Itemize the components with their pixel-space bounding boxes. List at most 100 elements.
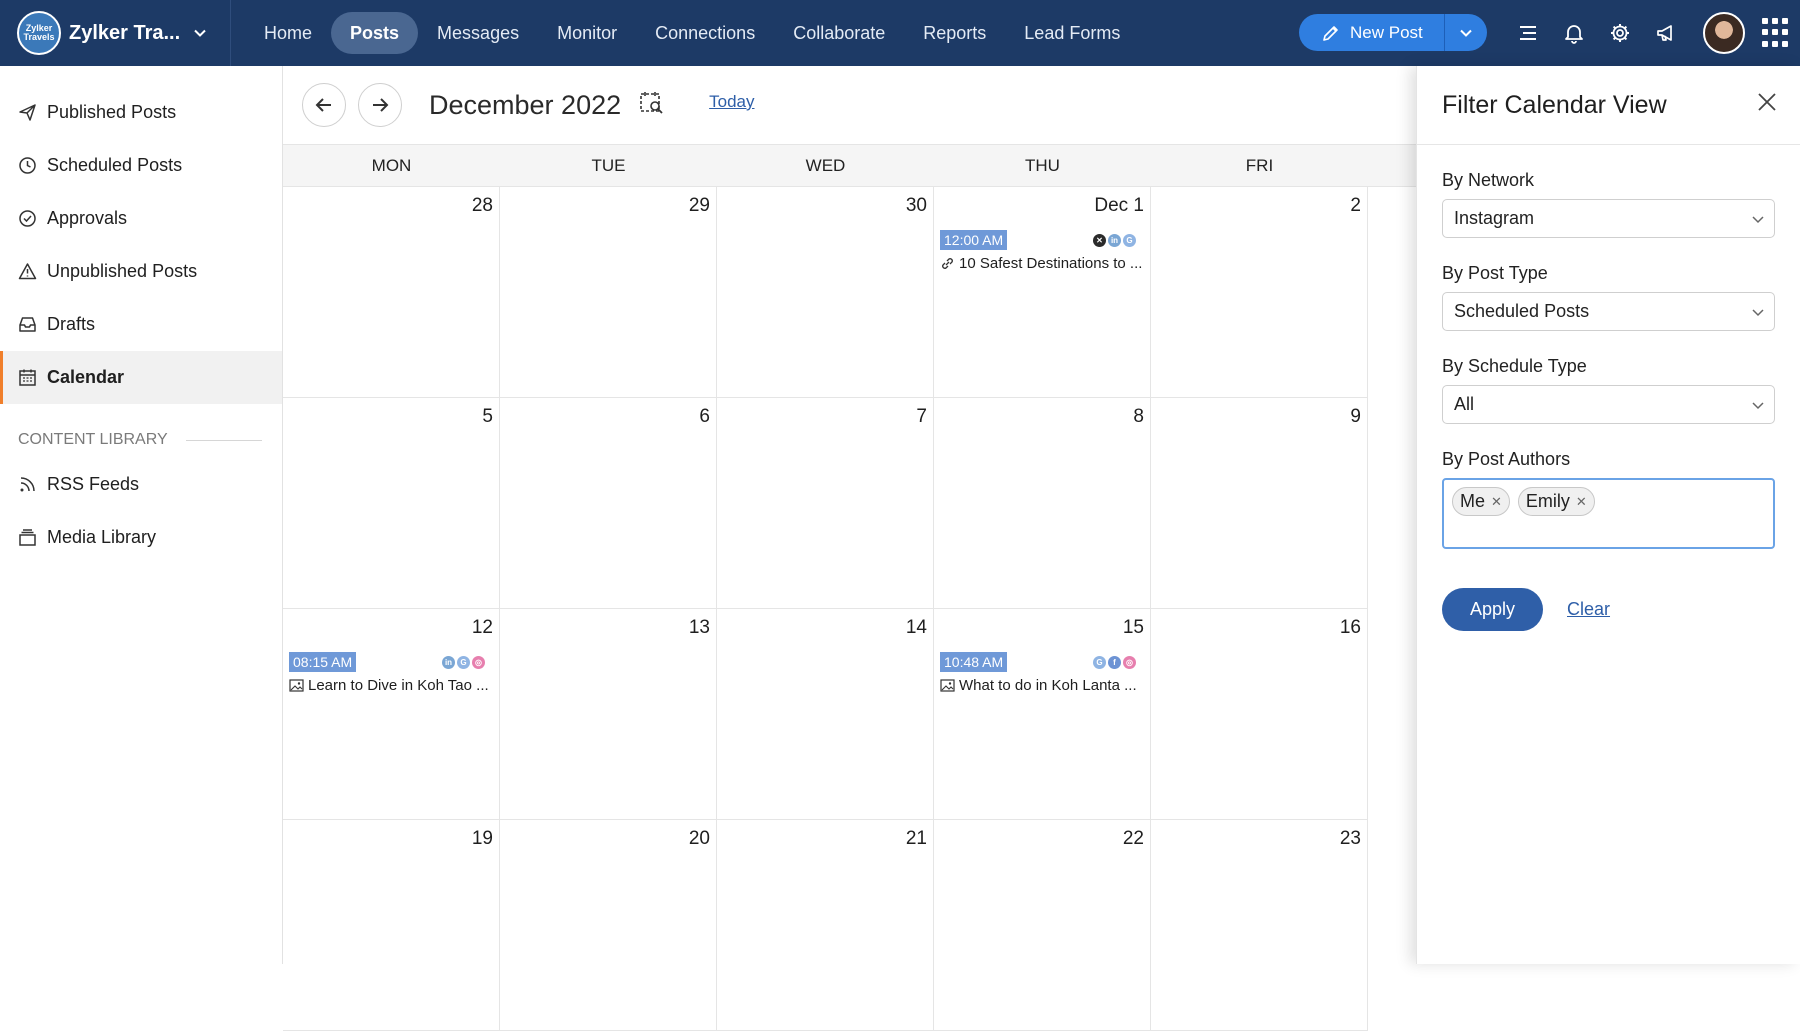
authors-input[interactable]: Me ✕ Emily ✕ — [1442, 478, 1775, 549]
facebook-icon: f — [1108, 656, 1121, 669]
sidebar-item-label: Approvals — [47, 208, 128, 228]
sidebar-item-published-posts[interactable]: Published Posts — [0, 86, 282, 139]
calendar-day-cell[interactable]: Dec 1 12:00 AM ✕ in G 10 Safest Destinations … — [934, 187, 1151, 398]
filter-panel: Filter Calendar View By Network Instagra… — [1416, 66, 1800, 964]
calendar-event[interactable]: 10:48 AM Gf ◎ What to do in Koh Lanta ... — [940, 652, 1140, 694]
sidebar-item-calendar[interactable]: Calendar — [0, 351, 282, 404]
sidebar-item-drafts[interactable]: Drafts — [0, 298, 282, 351]
apply-button[interactable]: Apply — [1442, 588, 1543, 631]
megaphone-icon[interactable] — [1643, 10, 1689, 56]
nav-collaborate[interactable]: Collaborate — [774, 12, 904, 54]
gear-icon[interactable] — [1597, 10, 1643, 56]
top-navigation-bar: Zylker Travels Zylker Tra... Home Posts … — [0, 0, 1800, 66]
author-tag: Emily ✕ — [1517, 487, 1595, 516]
calendar-day-cell[interactable]: 14 — [717, 609, 934, 820]
chevron-down-icon — [1752, 216, 1764, 224]
content-library-heading: CONTENT LIBRARY — [0, 430, 282, 450]
next-month-button[interactable] — [358, 83, 402, 127]
calendar-day-cell[interactable]: 28 — [283, 187, 500, 398]
calendar-day-cell[interactable]: 13 — [500, 609, 717, 820]
nav-posts[interactable]: Posts — [331, 12, 419, 54]
network-select[interactable]: Instagram — [1442, 199, 1775, 238]
calendar-day-cell[interactable]: 16 — [1151, 609, 1368, 820]
sidebar-item-media-library[interactable]: Media Library — [0, 511, 282, 564]
day-header: TUE — [591, 156, 626, 175]
google-icon: G — [457, 656, 470, 669]
day-number: 22 — [1122, 828, 1144, 849]
post-type-label: By Post Type — [1442, 263, 1548, 283]
day-number: 6 — [699, 406, 710, 427]
avatar[interactable] — [1703, 12, 1745, 54]
schedule-type-select[interactable]: All — [1442, 385, 1775, 424]
day-header: THU — [1025, 156, 1060, 175]
calendar-day-cell[interactable]: 22 — [934, 820, 1151, 1031]
event-networks: in G ◎ — [442, 656, 485, 669]
arrow-left-icon — [315, 98, 331, 112]
nav-monitor[interactable]: Monitor — [538, 12, 636, 54]
close-icon[interactable] — [1756, 91, 1778, 118]
nav-reports[interactable]: Reports — [904, 12, 1005, 54]
day-number: 12 — [471, 617, 493, 638]
section-title: CONTENT LIBRARY — [18, 431, 168, 448]
calendar-day-cell[interactable]: 6 — [500, 398, 717, 609]
event-title-text: 10 Safest Destinations to ... — [959, 255, 1143, 272]
day-number: 14 — [905, 617, 927, 638]
calendar-event[interactable]: 12:00 AM ✕ in G 10 Safest Destinations to ..… — [940, 230, 1143, 272]
calendar-day-cell[interactable]: 5 — [283, 398, 500, 609]
main-nav: Home Posts Messages Monitor Connections … — [245, 0, 1139, 66]
sidebar-item-label: Scheduled Posts — [47, 155, 183, 175]
nav-lead-forms[interactable]: Lead Forms — [1005, 12, 1139, 54]
post-type-filter: By Post Type Scheduled Posts — [1417, 263, 1800, 331]
network-label: By Network — [1442, 170, 1535, 190]
nav-messages[interactable]: Messages — [418, 12, 538, 54]
sidebar-item-rss-feeds[interactable]: RSS Feeds — [0, 458, 282, 511]
calendar-day-cell[interactable]: 23 — [1151, 820, 1368, 1031]
today-link[interactable]: Today — [709, 92, 754, 112]
event-title: 10 Safest Destinations to ... — [940, 255, 1143, 272]
calendar-day-cell[interactable]: 20 — [500, 820, 717, 1031]
clear-link[interactable]: Clear — [1567, 599, 1610, 620]
calendar-day-cell[interactable]: 12 08:15 AM in G ◎ Learn to Dive in Koh Tao .… — [283, 609, 500, 820]
event-title: Learn to Dive in Koh Tao ... — [289, 677, 489, 694]
sidebar-item-label: Published Posts — [47, 102, 177, 122]
menu-icon[interactable] — [1505, 10, 1551, 56]
sidebar-item-scheduled-posts[interactable]: Scheduled Posts — [0, 139, 282, 192]
authors-filter: By Post Authors Me ✕ Emily ✕ — [1417, 449, 1800, 549]
sidebar-item-unpublished-posts[interactable]: Unpublished Posts — [0, 245, 282, 298]
calendar-day-cell[interactable]: 7 — [717, 398, 934, 609]
apps-grid-icon[interactable] — [1762, 18, 1792, 48]
calendar-day-cell[interactable]: 8 — [934, 398, 1151, 609]
sidebar-item-label: Drafts — [47, 314, 96, 334]
bell-icon[interactable] — [1551, 10, 1597, 56]
calendar-day-cell[interactable]: 30 — [717, 187, 934, 398]
calendar-day-cell[interactable]: 2 — [1151, 187, 1368, 398]
day-number: 2 — [1350, 195, 1361, 216]
sidebar-item-label: Calendar — [47, 367, 125, 387]
schedule-type-value: All — [1454, 394, 1475, 414]
calendar-day-cell[interactable]: 29 — [500, 187, 717, 398]
event-time-badge: 10:48 AM — [940, 652, 1008, 672]
authors-label: By Post Authors — [1442, 449, 1571, 469]
remove-tag-icon[interactable]: ✕ — [1576, 494, 1587, 510]
instagram-icon: ◎ — [472, 656, 485, 669]
remove-tag-icon[interactable]: ✕ — [1491, 494, 1502, 510]
calendar-day-cell[interactable]: 21 — [717, 820, 934, 1031]
calendar-icon — [19, 369, 36, 386]
calendar-day-cell[interactable]: 19 — [283, 820, 500, 1031]
post-type-select[interactable]: Scheduled Posts — [1442, 292, 1775, 331]
sidebar-item-approvals[interactable]: Approvals — [0, 192, 282, 245]
calendar-event[interactable]: 08:15 AM in G ◎ Learn to Dive in Koh Tao ... — [289, 652, 489, 694]
date-search-icon[interactable] — [639, 90, 665, 121]
inbox-icon — [19, 317, 36, 332]
previous-month-button[interactable] — [302, 83, 346, 127]
google-icon: G — [1093, 656, 1106, 669]
nav-home[interactable]: Home — [245, 12, 331, 54]
new-post-button[interactable]: New Post — [1299, 14, 1444, 51]
brand-switcher[interactable]: Zylker Travels Zylker Tra... — [0, 0, 231, 66]
calendar-day-cell[interactable]: 9 — [1151, 398, 1368, 609]
link-icon — [942, 258, 953, 269]
event-title-text: Learn to Dive in Koh Tao ... — [308, 677, 489, 694]
nav-connections[interactable]: Connections — [636, 12, 774, 54]
new-post-dropdown-button[interactable] — [1445, 14, 1487, 51]
calendar-day-cell[interactable]: 15 10:48 AM Gf ◎ What to do in Koh Lanta ... — [934, 609, 1151, 820]
